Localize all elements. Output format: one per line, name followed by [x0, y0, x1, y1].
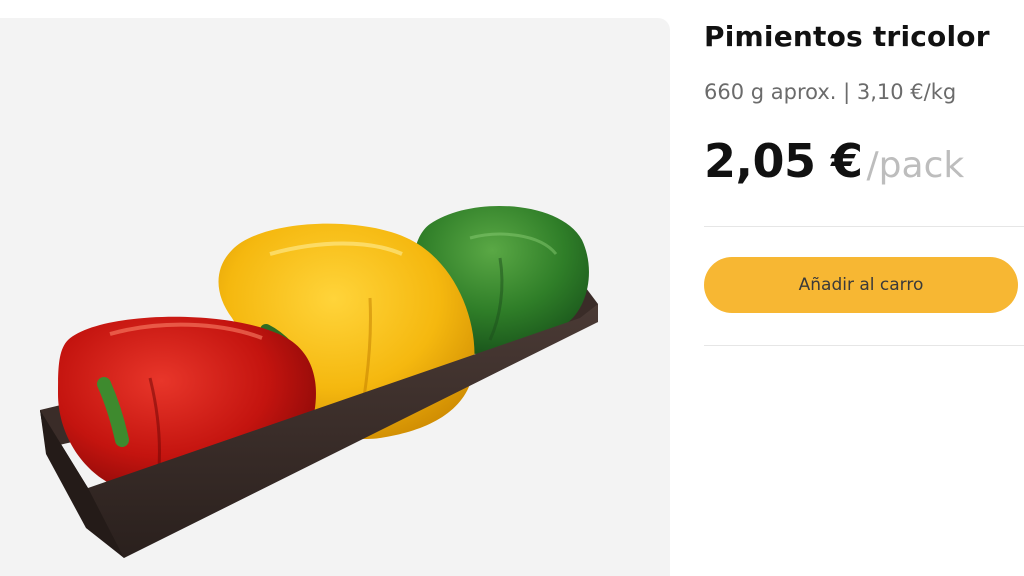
product-weight-and-unit-price: 660 g aprox. | 3,10 €/kg: [704, 80, 957, 104]
price-row: 2,05 €/pack: [704, 134, 964, 188]
product-info-panel: Pimientos tricolor 660 g aprox. | 3,10 €…: [704, 0, 1024, 576]
add-to-cart-button[interactable]: Añadir al carro: [704, 257, 1018, 313]
divider: [704, 345, 1024, 346]
product-image-panel: [0, 18, 670, 576]
product-price: 2,05 €: [704, 134, 863, 188]
price-unit: /pack: [866, 145, 965, 186]
product-title: Pimientos tricolor: [704, 20, 990, 53]
product-image: [40, 205, 598, 558]
divider: [704, 226, 1024, 227]
